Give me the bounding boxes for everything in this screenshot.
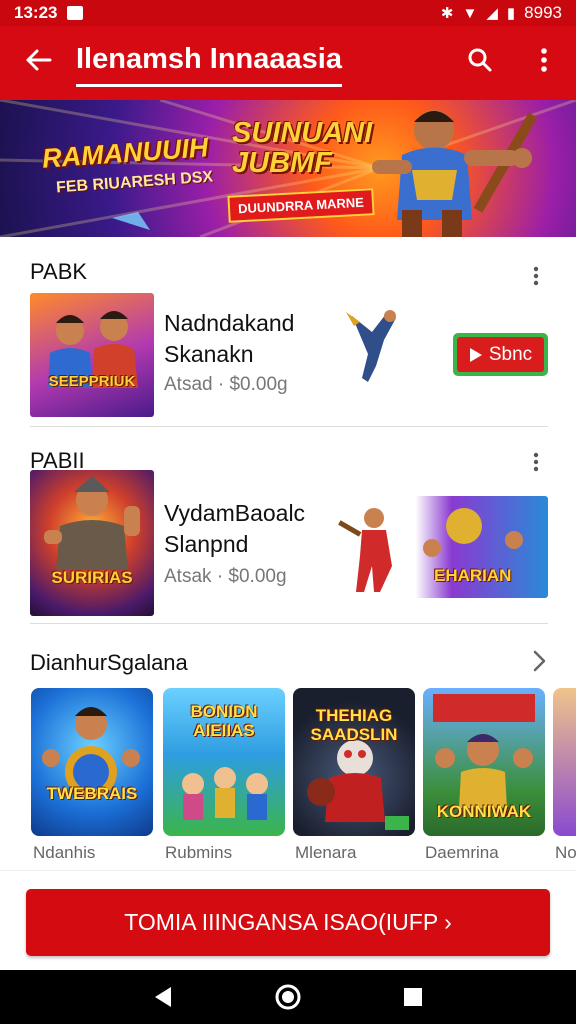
game-tile-1[interactable]: TWEBRAIS [31, 688, 153, 836]
game-thumbnail-1-title: SEEPPRIUK [48, 373, 136, 390]
game-thumbnail-1[interactable]: SEEPPRIUK [30, 293, 154, 417]
game-1-name[interactable]: Nadndakand Skanakn [164, 308, 294, 370]
battery-text: 8993 [524, 3, 562, 22]
game-tile-5[interactable] [553, 688, 576, 836]
chevron-right-icon[interactable] [532, 648, 546, 679]
bluetooth-icon: ✱ [440, 5, 454, 22]
divider-2 [30, 623, 548, 624]
overflow-menu-icon[interactable] [512, 47, 576, 80]
battery-icon: ▮ [506, 5, 516, 22]
section1-more-icon[interactable] [526, 266, 546, 286]
game-2-name-line1: VydamBaoalc [164, 500, 306, 526]
banner-hero-illustration [372, 110, 538, 237]
play-icon [469, 347, 482, 362]
section2-more-icon[interactable] [526, 452, 546, 472]
back-arrow-icon[interactable] [0, 46, 76, 80]
shine-button-label: Sbnc [488, 343, 533, 365]
game-2-meta: Atsak · $0.00g [164, 566, 287, 587]
gallery-notification-icon [67, 6, 84, 20]
game-1-meta: Atsad · $0.00g [164, 374, 288, 395]
cta-button[interactable]: TOMIA IIINGANSA ISAO(IUFP › [26, 889, 550, 956]
promo-card-2[interactable]: EHARIAN [334, 496, 548, 598]
game-tile-4[interactable]: KONNIWAK [423, 688, 545, 836]
banner-right-title-line1: SUINUANI [232, 117, 373, 149]
game-2-name-line2: Slanpnd [164, 531, 249, 557]
game-tile-5-label: No [555, 843, 576, 862]
system-nav-bar [0, 970, 576, 1024]
game-tile-2-title: BONIDN AIEIIAS [190, 702, 258, 740]
game-1-name-line2: Skanakn [164, 341, 254, 367]
game-1-name-line1: Nadndakand [164, 310, 295, 336]
banner-right-title: SUINUANI JUBMF [232, 118, 372, 178]
divider-1 [30, 426, 548, 427]
status-bar: 13:23 ✱ ▼ ◢ ▮ 8993 [0, 0, 576, 26]
game-tile-4-label: Daemrina [425, 843, 499, 862]
nav-recents-icon[interactable] [393, 977, 433, 1017]
search-icon[interactable] [448, 47, 512, 80]
game-thumbnail-2-art [44, 476, 140, 570]
game-tile-4-title: KONNIWAK [436, 802, 532, 821]
game-2-name[interactable]: VydamBaoalc Slanpnd [164, 498, 305, 560]
status-right: ✱ ▼ ◢ ▮ 8993 [441, 3, 562, 23]
app-bar-actions [448, 47, 576, 80]
game-tile-1-title: TWEBRAIS [46, 784, 138, 803]
nav-back-icon[interactable] [143, 977, 183, 1017]
game-tile-1-label: Ndanhis [33, 843, 96, 862]
promo-banner[interactable]: RAMANUUIH FEB RIUARESH DSX SUINUANI JUBM… [0, 100, 576, 237]
section-header-dianhur: DianhurSgalana [30, 650, 188, 675]
game-tile-1-art [42, 707, 140, 798]
game-thumbnail-1-art [48, 311, 138, 388]
game-tile-2-label: Rubmins [165, 843, 233, 862]
promo-card-2-title: EHARIAN [434, 566, 512, 585]
flying-hero-illustration [346, 310, 396, 382]
app-bar: Ilenamsh Innaaasia [0, 26, 576, 100]
game-thumbnail-2-title: SURIRIAS [51, 568, 133, 587]
banner-right-title-line2: JUBMF [232, 147, 332, 179]
status-time: 13:23 [14, 3, 58, 22]
game-thumbnail-2[interactable]: SURIRIAS [30, 470, 154, 616]
game-tile-3-title: THEHIAG SAADSLIN [310, 706, 398, 744]
nav-home-icon[interactable] [268, 977, 308, 1017]
signal-icon: ◢ [486, 5, 498, 22]
page-title: Ilenamsh Innaaasia [76, 40, 342, 87]
game-tile-2[interactable]: BONIDN AIEIIAS [163, 688, 285, 836]
shine-button[interactable]: Sbnc [453, 333, 548, 376]
wifi-icon: ▼ [462, 4, 478, 22]
section-header-pabk: PABK [30, 259, 88, 284]
game-tile-3-label: Mlenara [295, 843, 357, 862]
game-tile-3[interactable]: THEHIAG SAADSLIN [293, 688, 415, 836]
